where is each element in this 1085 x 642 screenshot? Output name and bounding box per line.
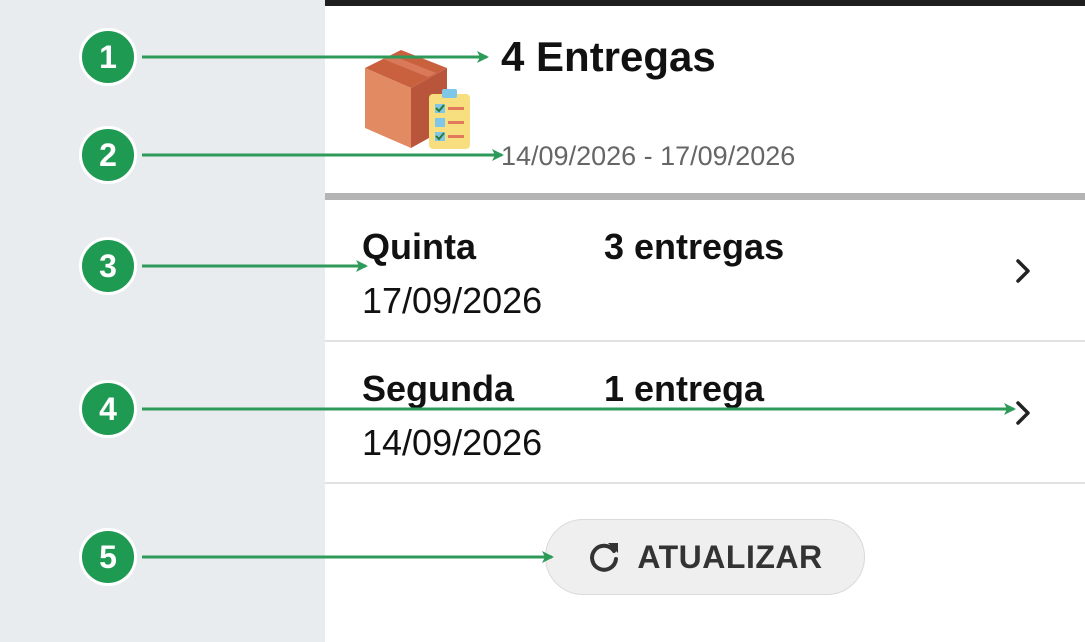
top-bar <box>325 0 1085 6</box>
day-row-quinta[interactable]: Quinta 3 entregas 17/09/2026 <box>325 200 1085 342</box>
chevron-right-icon <box>1016 401 1030 425</box>
deliveries-panel: 4 Entregas 14/09/2026 - 17/09/2026 Quint… <box>325 0 1085 642</box>
day-name: Segunda <box>362 368 515 409</box>
refresh-button[interactable]: ATUALIZAR <box>545 519 865 595</box>
day-name: Quinta <box>362 226 476 267</box>
day-date: 14/09/2026 <box>362 422 543 463</box>
left-panel <box>0 0 325 642</box>
refresh-icon <box>590 543 619 572</box>
callout-badge-4: 4 <box>79 380 137 438</box>
date-range: 14/09/2026 - 17/09/2026 <box>501 141 796 171</box>
delivery-count: 1 entrega <box>604 368 765 409</box>
callout-badge-1: 1 <box>79 28 137 86</box>
delivery-count: 3 entregas <box>604 226 785 267</box>
summary-title: 4 Entregas <box>501 33 716 80</box>
day-date: 17/09/2026 <box>362 280 543 321</box>
callout-badge-2: 2 <box>79 126 137 184</box>
chevron-right-icon <box>1016 259 1030 283</box>
callout-badge-5: 5 <box>79 528 137 586</box>
day-row-segunda[interactable]: Segunda 1 entrega 14/09/2026 <box>325 342 1085 484</box>
callout-badge-3: 3 <box>79 237 137 295</box>
package-checklist-icon <box>365 50 470 149</box>
header-divider <box>325 193 1085 200</box>
refresh-label: ATUALIZAR <box>637 538 823 575</box>
